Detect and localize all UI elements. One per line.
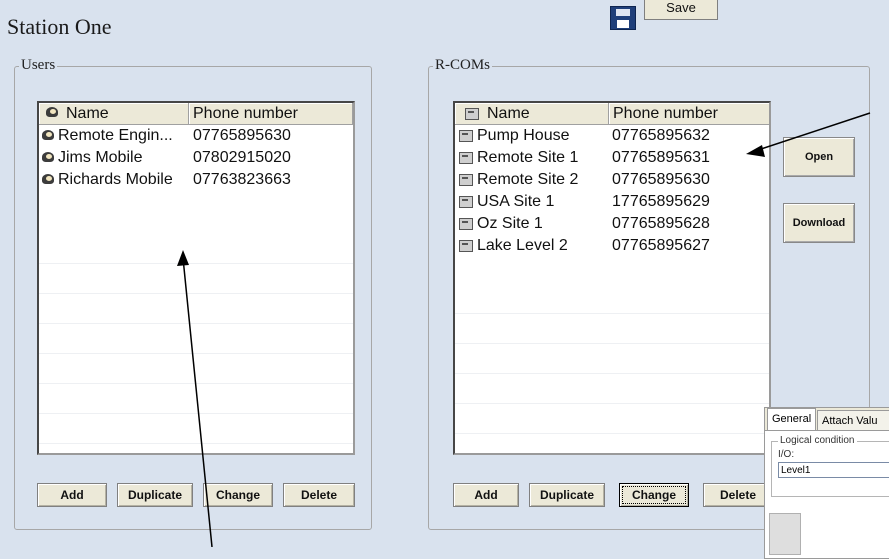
user-name: Richards Mobile bbox=[58, 171, 173, 188]
rcom-name-cell: Remote Site 2 bbox=[455, 169, 610, 191]
users-col-phone-label: Phone number bbox=[193, 104, 298, 122]
rcom-phone: 07765895628 bbox=[612, 215, 710, 232]
rcoms-rows: Pump House 07765895632 Remote Site 1 077… bbox=[455, 125, 769, 257]
rcoms-col-phone[interactable]: Phone number bbox=[609, 103, 769, 125]
user-name: Jims Mobile bbox=[58, 149, 143, 166]
rcoms-col-phone-label: Phone number bbox=[613, 104, 718, 122]
user-phone: 07763823663 bbox=[193, 171, 291, 188]
rcom-name: Remote Site 1 bbox=[477, 149, 579, 166]
table-row[interactable]: Remote Site 2 07765895630 bbox=[455, 169, 769, 191]
rcom-phone: 07765895632 bbox=[612, 127, 710, 144]
tab-attach-values[interactable]: Attach Valu bbox=[817, 410, 889, 430]
rcom-device-icon bbox=[459, 240, 473, 252]
users-rows: Remote Engin... 07765895630 Jims Mobile … bbox=[39, 125, 353, 191]
users-delete-button[interactable]: Delete bbox=[283, 483, 355, 507]
user-phone: 07765895630 bbox=[193, 127, 291, 144]
rcoms-delete-button[interactable]: Delete bbox=[703, 483, 773, 507]
rcom-name-cell: Lake Level 2 bbox=[455, 235, 610, 257]
rcoms-change-button[interactable]: Change bbox=[619, 483, 689, 507]
rcom-phone: 07765895631 bbox=[612, 149, 710, 166]
table-row[interactable]: Remote Engin... 07765895630 bbox=[39, 125, 353, 147]
user-icon bbox=[41, 151, 56, 166]
users-group: Users Name Phone number Remote Engin... … bbox=[14, 57, 372, 530]
users-group-label: Users bbox=[19, 57, 58, 74]
rcoms-add-button[interactable]: Add bbox=[453, 483, 519, 507]
rcoms-duplicate-button[interactable]: Duplicate bbox=[529, 483, 605, 507]
logical-condition-group: Logical condition I/O: Level1 bbox=[771, 435, 889, 497]
table-row[interactable]: Jims Mobile 07802915020 bbox=[39, 147, 353, 169]
rcom-device-icon bbox=[459, 218, 473, 230]
rcoms-col-name[interactable]: Name bbox=[455, 103, 609, 125]
io-label: I/O: bbox=[778, 449, 795, 460]
properties-body: Logical condition I/O: Level1 bbox=[765, 430, 889, 558]
floppy-disk-icon[interactable] bbox=[610, 6, 636, 30]
rcom-name-cell: Remote Site 1 bbox=[455, 147, 610, 169]
rcom-phone: 07765895630 bbox=[612, 171, 710, 188]
rcom-name-cell: Oz Site 1 bbox=[455, 213, 610, 235]
users-col-name-label: Name bbox=[66, 104, 109, 122]
users-change-button[interactable]: Change bbox=[203, 483, 273, 507]
user-name: Remote Engin... bbox=[58, 127, 173, 144]
table-row[interactable]: Remote Site 1 07765895631 bbox=[455, 147, 769, 169]
rcoms-list-header: Name Phone number bbox=[455, 103, 769, 125]
rcoms-col-name-label: Name bbox=[487, 104, 530, 122]
rcom-phone: 17765895629 bbox=[612, 193, 710, 210]
user-name-cell: Remote Engin... bbox=[39, 125, 191, 147]
user-icon bbox=[41, 173, 56, 188]
rcom-name: Lake Level 2 bbox=[477, 237, 568, 254]
save-control: Save bbox=[610, 0, 720, 30]
rcom-name: Oz Site 1 bbox=[477, 215, 543, 232]
users-list[interactable]: Name Phone number Remote Engin... 077658… bbox=[37, 101, 355, 455]
rcom-name-cell: USA Site 1 bbox=[455, 191, 610, 213]
rcoms-empty-area bbox=[455, 283, 769, 453]
rcoms-list[interactable]: Name Phone number Pump House 07765895632… bbox=[453, 101, 771, 455]
user-icon bbox=[41, 129, 56, 144]
table-row[interactable]: Richards Mobile 07763823663 bbox=[39, 169, 353, 191]
users-col-name[interactable]: Name bbox=[39, 103, 189, 125]
download-button[interactable]: Download bbox=[783, 203, 855, 243]
user-name-cell: Richards Mobile bbox=[39, 169, 191, 191]
save-button[interactable]: Save bbox=[644, 0, 718, 20]
table-row[interactable]: Oz Site 1 07765895628 bbox=[455, 213, 769, 235]
users-col-phone[interactable]: Phone number bbox=[189, 103, 353, 125]
table-row[interactable]: Lake Level 2 07765895627 bbox=[455, 235, 769, 257]
rcom-phone: 07765895627 bbox=[612, 237, 710, 254]
table-row[interactable]: Pump House 07765895632 bbox=[455, 125, 769, 147]
rcom-device-icon bbox=[459, 196, 473, 208]
rcoms-group-label: R-COMs bbox=[433, 57, 493, 74]
rcom-name: Remote Site 2 bbox=[477, 171, 579, 188]
user-phone: 07802915020 bbox=[193, 149, 291, 166]
rcom-device-icon bbox=[459, 152, 473, 164]
user-icon bbox=[45, 106, 60, 121]
io-field[interactable]: Level1 bbox=[778, 462, 889, 478]
user-name-cell: Jims Mobile bbox=[39, 147, 191, 169]
logical-condition-label: Logical condition bbox=[778, 435, 857, 446]
scroll-handle[interactable] bbox=[769, 513, 801, 555]
rcom-name: USA Site 1 bbox=[477, 193, 555, 210]
page-title: Station One bbox=[7, 14, 112, 39]
open-button[interactable]: Open bbox=[783, 137, 855, 177]
rcom-device-icon bbox=[459, 174, 473, 186]
rcom-device-icon bbox=[465, 107, 479, 120]
rcom-name: Pump House bbox=[477, 127, 570, 144]
users-empty-area bbox=[39, 233, 353, 453]
properties-panel: General Attach Valu Logical condition I/… bbox=[764, 407, 889, 559]
users-list-header: Name Phone number bbox=[39, 103, 353, 125]
rcom-name-cell: Pump House bbox=[455, 125, 610, 147]
rcom-device-icon bbox=[459, 130, 473, 142]
users-duplicate-button[interactable]: Duplicate bbox=[117, 483, 193, 507]
table-row[interactable]: USA Site 1 17765895629 bbox=[455, 191, 769, 213]
tab-general[interactable]: General bbox=[767, 408, 817, 431]
users-add-button[interactable]: Add bbox=[37, 483, 107, 507]
